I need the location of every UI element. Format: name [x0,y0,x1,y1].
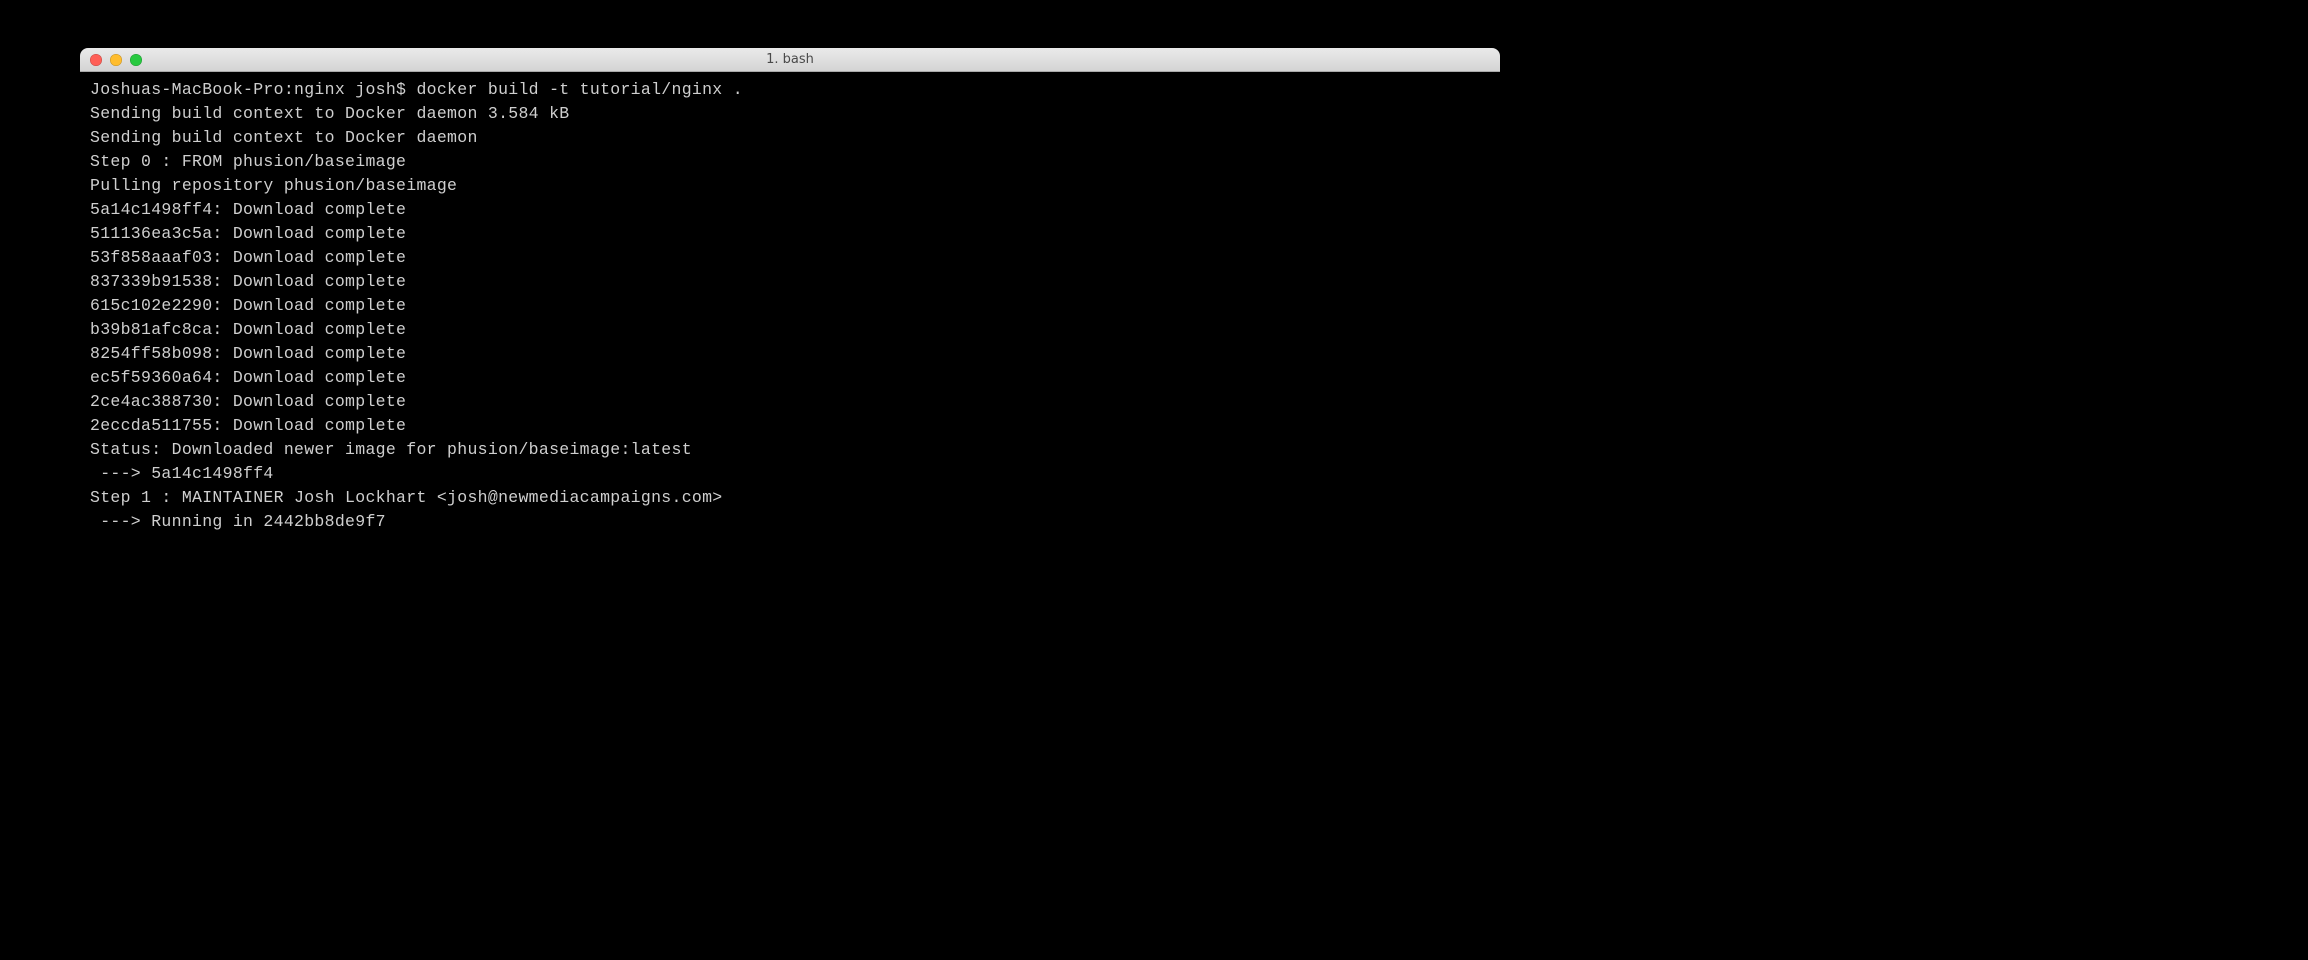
terminal-line: Status: Downloaded newer image for phusi… [90,438,1490,462]
terminal-line: 8254ff58b098: Download complete [90,342,1490,366]
shell-prompt: Joshuas-MacBook-Pro:nginx josh$ [90,80,416,99]
terminal-line: ---> Running in 2442bb8de9f7 [90,510,1490,534]
prompt-line: Joshuas-MacBook-Pro:nginx josh$ docker b… [90,78,1490,102]
zoom-icon[interactable] [130,54,142,66]
terminal-line: 53f858aaaf03: Download complete [90,246,1490,270]
minimize-icon[interactable] [110,54,122,66]
terminal-line: b39b81afc8ca: Download complete [90,318,1490,342]
terminal-output: Sending build context to Docker daemon 3… [90,102,1490,534]
close-icon[interactable] [90,54,102,66]
terminal-line: Sending build context to Docker daemon 3… [90,102,1490,126]
terminal-line: ec5f59360a64: Download complete [90,366,1490,390]
shell-command: docker build -t tutorial/nginx . [416,80,742,99]
terminal-line: Pulling repository phusion/baseimage [90,174,1490,198]
terminal-line: ---> 5a14c1498ff4 [90,462,1490,486]
terminal-line: 837339b91538: Download complete [90,270,1490,294]
terminal-line: Step 1 : MAINTAINER Josh Lockhart <josh@… [90,486,1490,510]
terminal-window: 1. bash Joshuas-MacBook-Pro:nginx josh$ … [80,48,1500,674]
titlebar[interactable]: 1. bash [80,48,1500,72]
window-title: 1. bash [80,52,1500,67]
terminal-line: Sending build context to Docker daemon [90,126,1490,150]
terminal-body[interactable]: Joshuas-MacBook-Pro:nginx josh$ docker b… [80,72,1500,674]
window-controls [90,54,142,66]
terminal-line: 5a14c1498ff4: Download complete [90,198,1490,222]
terminal-line: Step 0 : FROM phusion/baseimage [90,150,1490,174]
terminal-line: 2ce4ac388730: Download complete [90,390,1490,414]
terminal-line: 615c102e2290: Download complete [90,294,1490,318]
terminal-line: 2eccda511755: Download complete [90,414,1490,438]
terminal-line: 511136ea3c5a: Download complete [90,222,1490,246]
